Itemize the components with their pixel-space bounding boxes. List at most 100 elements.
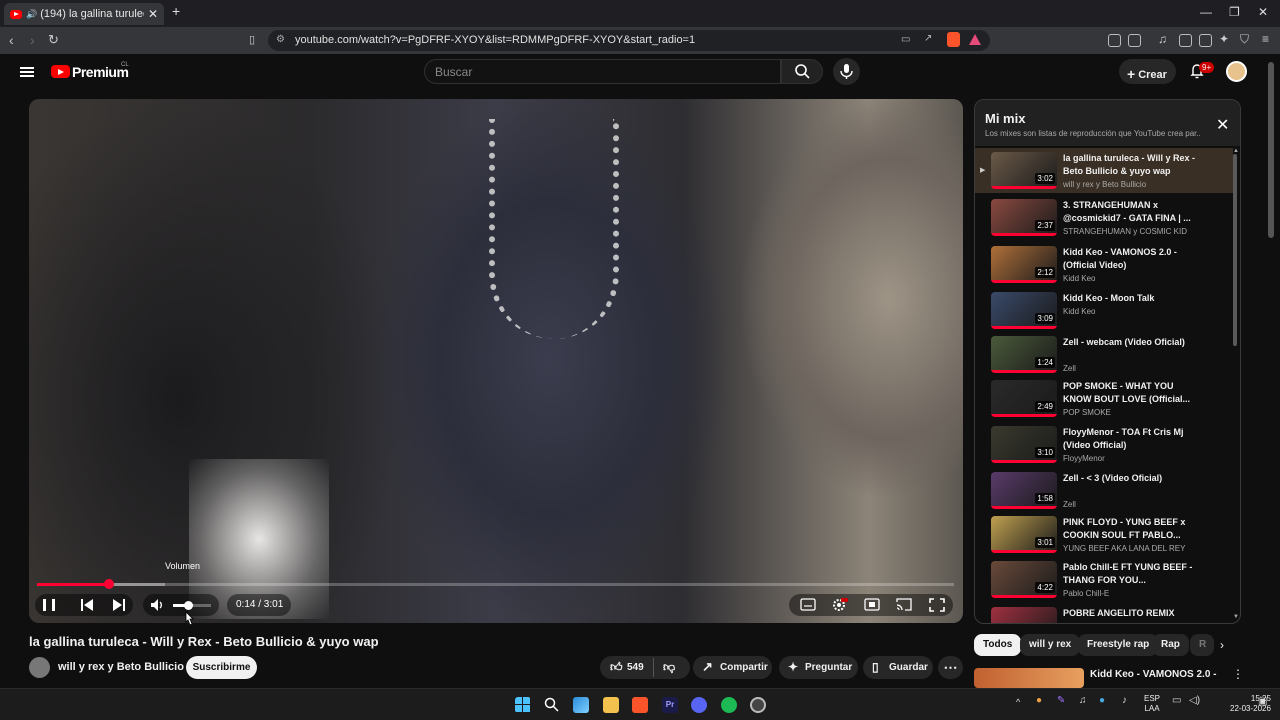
brave-shield-icon[interactable] xyxy=(947,32,960,47)
save-button[interactable]: ▯ Guardar xyxy=(863,656,933,679)
sidebar-icon[interactable] xyxy=(1179,34,1192,47)
playlist-item-title[interactable]: POBRE ANGELITO REMIX xyxy=(1063,607,1198,620)
recommended-video-thumbnail[interactable] xyxy=(974,668,1084,688)
widgets-icon[interactable] xyxy=(573,697,589,713)
recommended-video-title[interactable]: Kidd Keo - VAMONOS 2.0 - xyxy=(1090,669,1217,680)
playlist-item-title[interactable]: PINK FLOYD - YUNG BEEF x COOKIN SOUL FT … xyxy=(1063,516,1198,542)
playlist-item-title[interactable]: Kidd Keo - VAMONOS 2.0 - (Official Video… xyxy=(1063,246,1198,272)
channel-avatar[interactable] xyxy=(29,657,50,678)
filter-chip[interactable]: Rap xyxy=(1152,634,1189,656)
ask-button[interactable]: ✦ Preguntar xyxy=(779,656,858,679)
playlist-item-thumbnail[interactable]: 2:37 xyxy=(991,199,1057,236)
playlist-item-title[interactable]: 3. STRANGEHUMAN x @cosmickid7 - GATA FIN… xyxy=(1063,199,1198,225)
share-button[interactable]: ↗ Compartir xyxy=(693,656,772,679)
playlist-item-title[interactable]: Zell - webcam (Video Oficial) xyxy=(1063,336,1198,349)
account-avatar[interactable] xyxy=(1226,61,1247,82)
leo-ai-icon[interactable]: ✦ xyxy=(1219,32,1229,46)
playlist-item[interactable]: 4:22 Pablo Chill-E FT YUNG BEEF - THANG F… xyxy=(975,557,1233,602)
fullscreen-icon[interactable] xyxy=(929,598,945,612)
playlist-item-title[interactable]: FloyyMenor - TOA Ft Cris Mj (Video Offic… xyxy=(1063,426,1198,452)
logo-text[interactable]: Premium xyxy=(72,64,129,80)
close-tab-icon[interactable]: ✕ xyxy=(148,7,158,21)
speaker-icon[interactable]: ◁) xyxy=(1189,695,1200,706)
bookmark-icon[interactable]: ▯ xyxy=(249,33,255,46)
playlist-item[interactable]: 2:12 Kidd Keo - VAMONOS 2.0 - (Official V… xyxy=(975,242,1233,287)
tray-headset-icon[interactable]: ♫ xyxy=(1079,695,1087,706)
progress-bar[interactable] xyxy=(37,579,954,589)
premiere-pro-icon[interactable]: Pr xyxy=(662,697,678,713)
playlist-item[interactable]: 3:01 PINK FLOYD - YUNG BEEF x COOKIN SOUL… xyxy=(975,512,1233,557)
playlist-item-channel[interactable]: FloyyMenor xyxy=(1063,454,1203,463)
previous-icon[interactable] xyxy=(81,599,93,611)
cast-to-tv-icon[interactable] xyxy=(896,598,912,612)
reader-icon[interactable] xyxy=(1128,34,1141,47)
network-icon[interactable]: ▭ xyxy=(1172,695,1181,706)
brave-browser-icon[interactable] xyxy=(632,697,648,713)
taskbar-search-icon[interactable] xyxy=(544,697,560,713)
playlist-item-channel[interactable]: Zell xyxy=(1063,364,1203,373)
playlist-item-thumbnail[interactable]: 2:49 xyxy=(991,380,1057,417)
playlist-item-thumbnail[interactable] xyxy=(991,607,1057,623)
notification-center-icon[interactable]: ▣ xyxy=(1258,696,1267,707)
video-player[interactable]: Volumen 0:14 / 3:01 xyxy=(29,99,963,623)
playlist-item-channel[interactable]: YUNG BEEF AKA LANA DEL REY xyxy=(1063,544,1203,553)
create-button[interactable]: + Crear xyxy=(1119,59,1176,84)
playlist-item-title[interactable]: POP SMOKE - WHAT YOU KNOW BOUT LOVE (Off… xyxy=(1063,380,1198,406)
forward-icon[interactable]: › xyxy=(30,32,35,48)
playlist-item[interactable]: ▶ 3:02 la gallina turuleca - Will y Rex - … xyxy=(975,148,1233,193)
filter-chip[interactable]: R xyxy=(1190,634,1214,656)
playlist-item-channel[interactable]: Kidd Keo xyxy=(1063,307,1203,316)
chips-next-icon[interactable]: › xyxy=(1220,638,1224,652)
playlist-item-thumbnail[interactable]: 3:02 xyxy=(991,152,1057,189)
url-field[interactable]: ⚙ youtube.com/watch?v=PgDFRF-XYOY&list=R… xyxy=(268,30,990,51)
playlist-item-thumbnail[interactable]: 2:12 xyxy=(991,246,1057,283)
playlist-item[interactable]: 2:49 POP SMOKE - WHAT YOU KNOW BOUT LOVE … xyxy=(975,376,1233,421)
playlist-item[interactable]: 3:10 FloyyMenor - TOA Ft Cris Mj (Video O… xyxy=(975,422,1233,467)
reload-icon[interactable]: ↻ xyxy=(48,32,59,48)
filter-chip[interactable]: Todos xyxy=(974,634,1022,656)
progress-scrubber[interactable] xyxy=(103,579,114,589)
playlist-item[interactable]: 1:58 Zell - < 3 (Video Oficial) Zell xyxy=(975,468,1233,513)
pause-icon[interactable] xyxy=(43,599,55,611)
vpn-icon[interactable]: ⛉ xyxy=(1240,32,1249,47)
hamburger-menu-icon[interactable] xyxy=(20,67,34,77)
playlist-item-title[interactable]: Zell - < 3 (Video Oficial) xyxy=(1063,472,1198,485)
share-icon[interactable]: ↗ xyxy=(924,33,932,44)
browser-tab[interactable]: 🔊 (194) la gallina turuleca - Will ✕ xyxy=(4,3,164,25)
playlist-item[interactable]: 3:09 Kidd Keo - Moon Talk Kidd Keo xyxy=(975,288,1233,333)
like-icon[interactable]: 👍︎ xyxy=(610,660,623,675)
tray-mic-icon[interactable]: ♪ xyxy=(1122,695,1127,706)
playlist-item-channel[interactable]: will y rex y Beto Bullicio xyxy=(1063,180,1203,189)
tray-steam-icon[interactable]: ● xyxy=(1099,695,1105,706)
volume-icon[interactable] xyxy=(150,598,164,612)
playlist-scrollbar[interactable] xyxy=(1233,154,1237,346)
subscribe-button[interactable]: Suscribirme xyxy=(186,656,257,679)
dislike-icon[interactable]: 👎︎ xyxy=(663,660,675,675)
playlist-item[interactable]: 2:37 3. STRANGEHUMAN x @cosmickid7 - GATA… xyxy=(975,195,1233,240)
menu-icon[interactable]: ≡ xyxy=(1262,32,1269,46)
discord-icon[interactable] xyxy=(691,697,707,713)
next-icon[interactable] xyxy=(113,599,125,611)
playlist-item-thumbnail[interactable]: 3:10 xyxy=(991,426,1057,463)
playlist-item[interactable]: 1:24 Zell - webcam (Video Oficial) Zell xyxy=(975,332,1233,377)
file-explorer-icon[interactable] xyxy=(603,697,619,713)
music-icon[interactable]: ♫ xyxy=(1158,32,1167,46)
playlist-item-channel[interactable]: Pablo Chill-E xyxy=(1063,589,1203,598)
playlist-item-title[interactable]: Pablo Chill-E FT YUNG BEEF - THANG FOR Y… xyxy=(1063,561,1198,587)
spotify-icon[interactable] xyxy=(721,697,737,713)
like-count[interactable]: 549 xyxy=(627,662,644,673)
playlist-item-channel[interactable]: Zell xyxy=(1063,500,1203,509)
channel-name[interactable]: will y rex y Beto Bullicio xyxy=(58,661,184,673)
playlist-item-title[interactable]: Kidd Keo - Moon Talk xyxy=(1063,292,1198,305)
minimize-icon[interactable]: — xyxy=(1200,5,1212,19)
wallet-icon[interactable] xyxy=(1199,34,1212,47)
search-input[interactable]: Buscar xyxy=(424,59,781,84)
search-button[interactable] xyxy=(781,59,823,84)
playlist-item-thumbnail[interactable]: 3:01 xyxy=(991,516,1057,553)
restore-icon[interactable]: ❐ xyxy=(1229,5,1240,19)
playlist-item-title[interactable]: la gallina turuleca - Will y Rex - Beto … xyxy=(1063,152,1198,178)
language-indicator[interactable]: ESP LAA xyxy=(1144,694,1160,714)
voice-search-button[interactable] xyxy=(833,58,860,85)
close-playlist-icon[interactable]: ✕ xyxy=(1216,115,1229,135)
youtube-logo-icon[interactable] xyxy=(51,65,70,78)
